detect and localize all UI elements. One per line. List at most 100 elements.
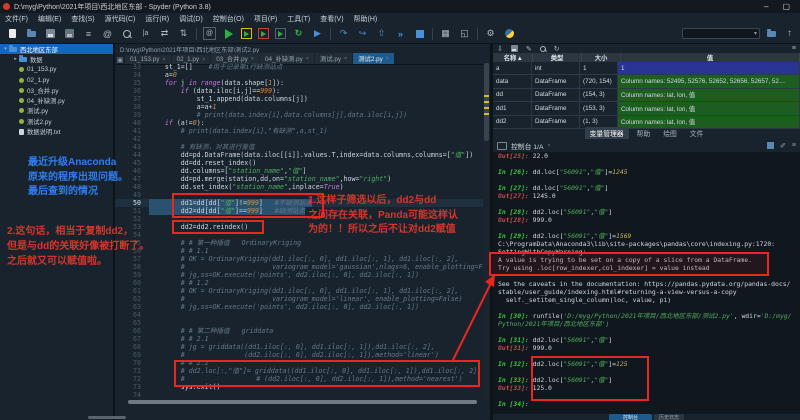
run-cell-button[interactable]: [241, 28, 252, 39]
tab-close-icon[interactable]: ×: [386, 56, 389, 62]
maximize-pane-icon[interactable]: ◱: [458, 27, 471, 40]
menu-item[interactable]: 编辑(E): [33, 14, 66, 24]
column-header[interactable]: 名称 ▴: [493, 53, 533, 62]
sort-icon[interactable]: ⇅: [177, 27, 190, 40]
rerun-cell-button[interactable]: [258, 28, 269, 39]
column-header[interactable]: 类型: [533, 53, 582, 62]
project-tree-item[interactable]: 03_合并.py: [0, 85, 113, 95]
ipython-console[interactable]: Out[25]: 22.0In [26]: dd.loc["56091","值"…: [493, 152, 800, 414]
menu-item[interactable]: 调试(D): [174, 14, 208, 24]
editor-vertical-scrollbar[interactable]: [483, 63, 490, 400]
search-variable-icon[interactable]: [540, 44, 546, 53]
project-tree-item[interactable]: ▸数据: [0, 54, 113, 64]
edit-pencil-icon[interactable]: ✎: [526, 44, 532, 53]
project-tree-item[interactable]: 测试.py: [0, 106, 113, 116]
parent-directory-icon[interactable]: ↑: [783, 27, 796, 40]
search-icon[interactable]: [120, 27, 133, 40]
stop-debug-button[interactable]: [413, 27, 426, 40]
console-line: [493, 352, 800, 360]
variable-row[interactable]: aint11: [493, 62, 800, 75]
project-tree-item[interactable]: 数据说明.txt: [0, 126, 113, 136]
pane-tab-active[interactable]: 变量管理器: [585, 127, 629, 139]
tab-close-icon[interactable]: ×: [306, 56, 309, 62]
menu-item[interactable]: 项目(P): [249, 14, 282, 24]
project-tree-item[interactable]: ▾西北地区东部: [0, 44, 113, 54]
step-out-icon[interactable]: ⇧: [375, 27, 388, 40]
main-toolbar: ≡ @ |a ⇄ ⇅ @ ↻ ▶ ↷ ↪ ⇧ » ▦ ◱ ⚙ ▾ ↑: [0, 24, 800, 44]
editor-horizontal-scrollbar[interactable]: [128, 400, 477, 404]
find-in-files-icon[interactable]: |a: [139, 27, 152, 40]
run-button[interactable]: [222, 27, 235, 40]
menu-item[interactable]: 帮助(H): [349, 14, 383, 24]
menu-item[interactable]: 查找(S): [66, 14, 99, 24]
line-number: 51: [115, 207, 149, 215]
debug-continue-icon[interactable]: ▶: [311, 27, 324, 40]
console-tab-close-icon[interactable]: ×: [547, 143, 550, 149]
menu-item[interactable]: 源代码(C): [100, 14, 141, 24]
refresh-icon[interactable]: ↻: [554, 44, 560, 53]
working-directory-combo[interactable]: ▾: [682, 28, 760, 39]
console-tab[interactable]: 控制台 1/A: [511, 141, 543, 151]
pane-tab-item[interactable]: 帮助: [632, 127, 656, 139]
project-tree-item[interactable]: 04_补缺测.py: [0, 95, 113, 105]
project-tree-item[interactable]: 02_1.py: [0, 75, 113, 85]
run-selection-button[interactable]: [275, 28, 286, 39]
py-icon: [19, 108, 24, 113]
variable-row[interactable]: dataDataFrame(720, 154)Column names: 524…: [493, 75, 800, 88]
tree-expander-icon[interactable]: ▸: [12, 56, 19, 62]
column-header[interactable]: 值: [621, 53, 800, 62]
outline-icon[interactable]: ≡: [82, 27, 95, 40]
project-pane-hscrollbar[interactable]: [88, 416, 126, 419]
console-bottom-tab[interactable]: 控制台: [609, 414, 652, 420]
menu-item[interactable]: 工具(T): [282, 14, 315, 24]
browse-directory-icon[interactable]: [765, 27, 778, 40]
pane-options-icon[interactable]: ≡: [792, 44, 796, 53]
menu-item[interactable]: 运行(R): [140, 14, 174, 24]
line-number: 66: [115, 327, 149, 335]
column-header[interactable]: 大小: [582, 53, 621, 62]
console-pen-icon[interactable]: ✐: [780, 142, 786, 150]
menu-item[interactable]: 查看(V): [315, 14, 348, 24]
run-cell-marker-icon[interactable]: @: [203, 27, 216, 40]
import-data-icon[interactable]: ⇩: [497, 44, 503, 53]
py-icon: [19, 67, 24, 72]
maximize-button[interactable]: ▢: [782, 2, 790, 11]
tab-close-icon[interactable]: ×: [202, 57, 205, 63]
tab-close-icon[interactable]: ×: [251, 56, 254, 62]
variable-value-cell: 1: [618, 62, 800, 74]
restart-kernel-icon[interactable]: ↻: [292, 27, 305, 40]
new-file-icon[interactable]: [6, 27, 19, 40]
preferences-gear-icon[interactable]: ⚙: [484, 27, 497, 40]
code-area[interactable]: 33 st_1=[] #用于记录第i行缺测站点34 a=035 for j in…: [115, 63, 483, 400]
variable-cell: DataFrame: [532, 102, 580, 114]
replace-icon[interactable]: ⇄: [158, 27, 171, 40]
project-tree-item[interactable]: 01_153.py: [0, 65, 113, 75]
step-into-icon[interactable]: ↪: [356, 27, 369, 40]
save-all-icon[interactable]: [63, 27, 76, 40]
minimize-button[interactable]: –: [764, 2, 768, 11]
tree-expander-icon[interactable]: ▾: [2, 46, 9, 52]
step-over-icon[interactable]: ↷: [337, 27, 350, 40]
tab-close-icon[interactable]: ×: [344, 56, 347, 62]
menu-item[interactable]: 控制台(O): [208, 14, 249, 24]
save-data-icon[interactable]: [511, 44, 518, 53]
tree-item-label: 02_1.py: [27, 77, 49, 84]
save-icon[interactable]: [44, 27, 57, 40]
variable-row[interactable]: dd1DataFrame(153, 3)Column names: lat, l…: [493, 102, 800, 115]
menu-item[interactable]: 文件(F): [0, 14, 33, 24]
console-options-icon[interactable]: ≡: [792, 142, 796, 149]
project-tree-item[interactable]: 测试2.py: [0, 116, 113, 126]
pane-tab-item[interactable]: 文件: [685, 127, 709, 139]
variable-value-cell: Column names: 52495, 52576, 52652, 52656…: [618, 75, 800, 87]
python-env-icon[interactable]: [503, 27, 516, 40]
continue-execution-icon[interactable]: »: [394, 27, 407, 40]
variable-row[interactable]: ddDataFrame(154, 3)Column names: lat, lo…: [493, 89, 800, 102]
interrupt-kernel-icon[interactable]: [767, 142, 774, 149]
at-icon[interactable]: @: [101, 27, 114, 40]
console-bottom-tab[interactable]: 历史日志: [654, 414, 684, 420]
tab-close-icon[interactable]: ×: [162, 57, 165, 63]
console-line: SettingWithCopyWarning:: [493, 248, 800, 256]
panes-layout-icon[interactable]: ▦: [439, 27, 452, 40]
open-file-icon[interactable]: [25, 27, 38, 40]
pane-tab-item[interactable]: 绘图: [658, 127, 682, 139]
